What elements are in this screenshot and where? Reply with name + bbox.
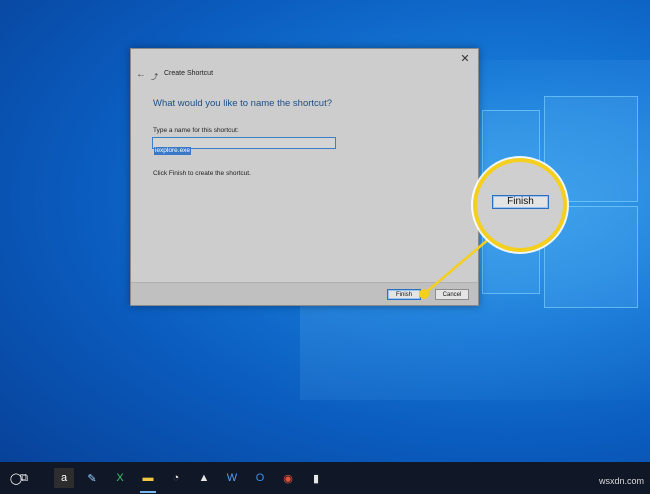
- amazon-icon[interactable]: a: [54, 468, 74, 488]
- app-icon[interactable]: ◔: [166, 468, 186, 488]
- chrome-icon[interactable]: ◉: [278, 468, 298, 488]
- shortcut-name-value: iexplore.exe: [154, 147, 192, 155]
- close-icon[interactable]: ✕: [458, 52, 472, 66]
- file-explorer-icon[interactable]: ▬: [138, 468, 158, 493]
- taskbar: ◯ ⧉ a ✎ X ▬ ◔ ▲ W O ◉ ▮: [0, 462, 650, 494]
- shortcut-icon: ⤴: [151, 74, 158, 81]
- shortcut-name-input[interactable]: iexplore.exe: [152, 137, 336, 155]
- create-shortcut-dialog: ✕ ← ⤴ Create Shortcut What would you lik…: [130, 48, 479, 306]
- finish-button[interactable]: Finish: [387, 289, 421, 300]
- excel-icon[interactable]: X: [110, 468, 130, 488]
- back-arrow-icon[interactable]: ←: [136, 69, 146, 80]
- finish-button-zoomed[interactable]: Finish: [492, 195, 549, 209]
- notepad-icon[interactable]: ✎: [82, 468, 102, 488]
- finish-instruction: Click Finish to create the shortcut.: [153, 170, 251, 177]
- shortcut-name-label: Type a name for this shortcut:: [153, 127, 239, 134]
- photos-icon[interactable]: ▲: [194, 468, 214, 488]
- cancel-button[interactable]: Cancel: [435, 289, 469, 300]
- app-icon-2[interactable]: ▮: [306, 468, 326, 488]
- dialog-heading: What would you like to name the shortcut…: [153, 98, 333, 109]
- watermark: wsxdn.com: [598, 476, 644, 486]
- dialog-footer: Finish Cancel: [131, 282, 478, 305]
- word-icon[interactable]: W: [222, 468, 242, 488]
- task-view-icon[interactable]: ⧉: [14, 468, 34, 488]
- zoom-callout: Finish: [473, 158, 567, 252]
- outlook-icon[interactable]: O: [250, 468, 270, 488]
- dialog-title: Create Shortcut: [164, 70, 214, 77]
